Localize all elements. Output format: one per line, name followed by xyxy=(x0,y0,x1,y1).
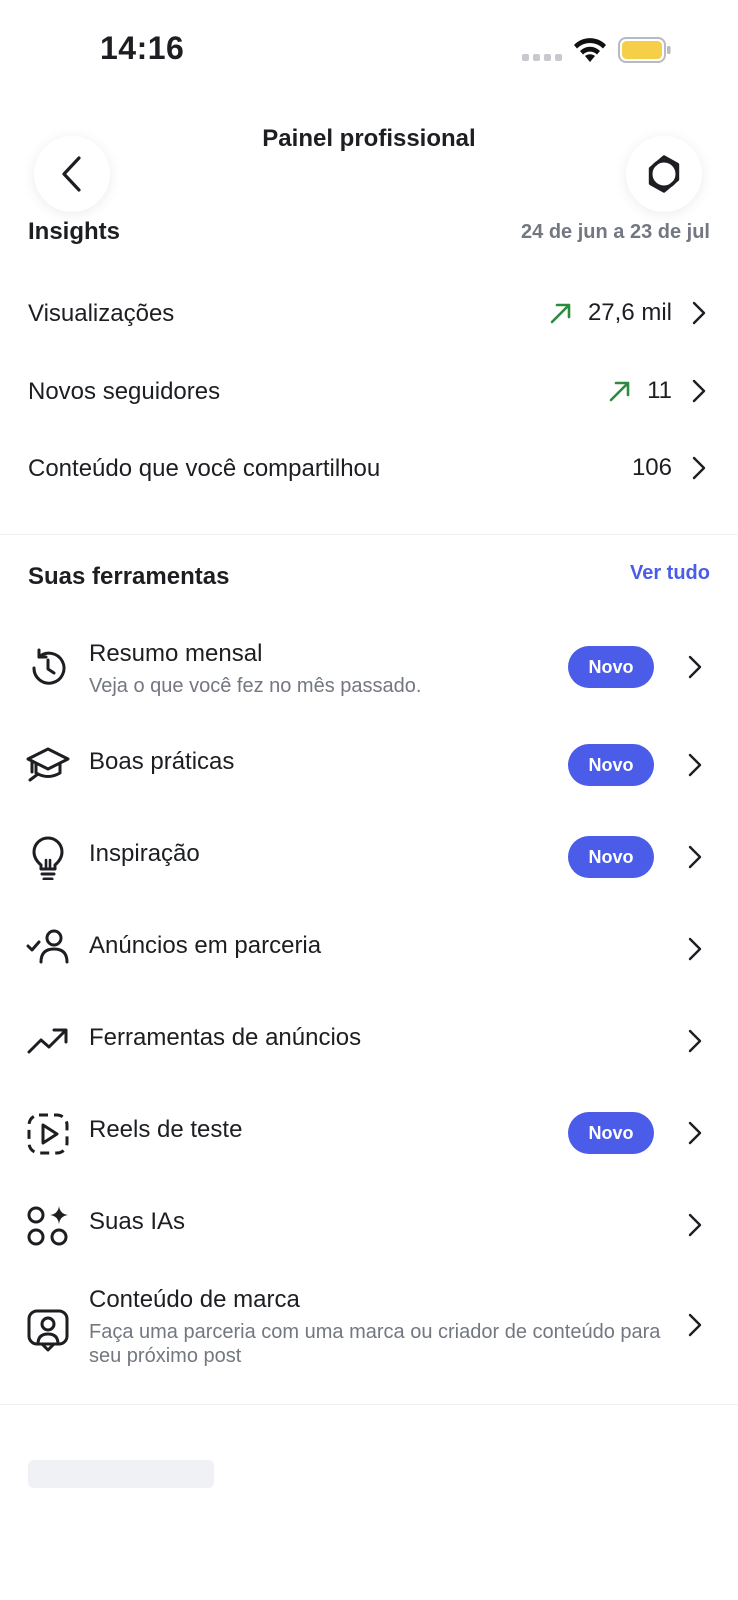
reels-test-icon xyxy=(27,1113,69,1155)
ai-sparkle-icon xyxy=(27,1206,68,1246)
tool-title: Suas IAs xyxy=(89,1208,186,1235)
wifi-icon xyxy=(574,38,606,62)
graduation-cap-icon xyxy=(26,747,70,782)
lightbulb-icon xyxy=(32,836,64,880)
chevron-right-icon xyxy=(688,1213,702,1237)
section-divider xyxy=(0,534,738,535)
see-all-link[interactable]: Ver tudo xyxy=(630,562,710,585)
new-badge: Novo xyxy=(568,744,654,786)
tool-title: Resumo mensal xyxy=(89,640,263,667)
tool-title: Anúncios em parceria xyxy=(89,932,322,959)
metric-row-views[interactable]: Visualizações 27,6 mil xyxy=(0,278,738,348)
tool-item-partnership-ads[interactable]: Anúncios em parceria xyxy=(0,908,738,988)
tool-item-branded-content[interactable]: Conteúdo de marca Faça uma parceria com … xyxy=(0,1276,738,1386)
loading-placeholder xyxy=(28,1460,214,1488)
chevron-right-icon xyxy=(688,1313,702,1337)
new-badge: Novo xyxy=(568,646,654,688)
tool-item-inspiration[interactable]: Inspiração Novo xyxy=(0,816,738,896)
tool-item-ad-tools[interactable]: Ferramentas de anúncios xyxy=(0,1000,738,1080)
trend-up-icon xyxy=(27,1028,68,1054)
tool-title: Inspiração xyxy=(89,840,200,867)
chevron-right-icon xyxy=(692,379,706,403)
tools-title: Suas ferramentas xyxy=(28,563,230,590)
chevron-right-icon xyxy=(688,1121,702,1145)
metric-label: Conteúdo que você compartilhou xyxy=(28,455,381,482)
tool-title: Reels de teste xyxy=(89,1116,243,1143)
chevron-right-icon xyxy=(688,937,702,961)
tool-item-monthly-summary[interactable]: Resumo mensal Veja o que você fez no mês… xyxy=(0,620,738,712)
tool-item-trial-reels[interactable]: Reels de teste Novo xyxy=(0,1092,738,1172)
chevron-right-icon xyxy=(688,1029,702,1053)
tool-title: Boas práticas xyxy=(89,748,235,775)
tool-title: Conteúdo de marca xyxy=(89,1286,300,1313)
metric-value: 11 xyxy=(647,377,672,404)
new-badge: Novo xyxy=(568,1112,654,1154)
top-header: Painel profissional xyxy=(0,100,738,212)
page-title: Painel profissional xyxy=(262,125,476,152)
person-check-icon xyxy=(26,929,69,964)
insights-title: Insights xyxy=(28,218,121,245)
trend-up-arrow-icon xyxy=(609,381,630,402)
chevron-right-icon xyxy=(692,456,706,480)
new-badge: Novo xyxy=(568,836,654,878)
metric-row-new-followers[interactable]: Novos seguidores 11 xyxy=(0,356,738,426)
tool-subtitle: Faça uma parceria com uma marca ou criad… xyxy=(89,1321,661,1367)
trend-up-arrow-icon xyxy=(550,303,571,324)
cellular-signal-icon xyxy=(522,54,562,61)
tool-item-your-ais[interactable]: Suas IAs xyxy=(0,1184,738,1264)
tool-item-best-practices[interactable]: Boas práticas Novo xyxy=(0,724,738,804)
metric-value: 27,6 mil xyxy=(587,299,672,326)
chevron-left-icon xyxy=(62,156,81,192)
settings-button[interactable] xyxy=(626,136,702,212)
status-time: 14:16 xyxy=(100,30,185,66)
section-divider xyxy=(0,1404,738,1405)
chevron-right-icon xyxy=(688,655,702,679)
branded-content-icon xyxy=(27,1309,69,1352)
metric-label: Visualizações xyxy=(28,300,175,327)
date-range[interactable]: 24 de jun a 23 de jul xyxy=(521,221,710,244)
metric-value: 106 xyxy=(631,454,672,481)
status-bar: 14:16 xyxy=(0,0,738,100)
history-icon xyxy=(32,648,66,685)
metric-label: Novos seguidores xyxy=(28,378,221,405)
chevron-right-icon xyxy=(688,753,702,777)
metric-row-content-shared[interactable]: Conteúdo que você compartilhou 106 xyxy=(0,433,738,503)
gear-icon xyxy=(648,155,680,193)
tool-title: Ferramentas de anúncios xyxy=(89,1024,362,1051)
battery-icon xyxy=(618,37,671,63)
chevron-right-icon xyxy=(688,845,702,869)
chevron-right-icon xyxy=(692,301,706,325)
